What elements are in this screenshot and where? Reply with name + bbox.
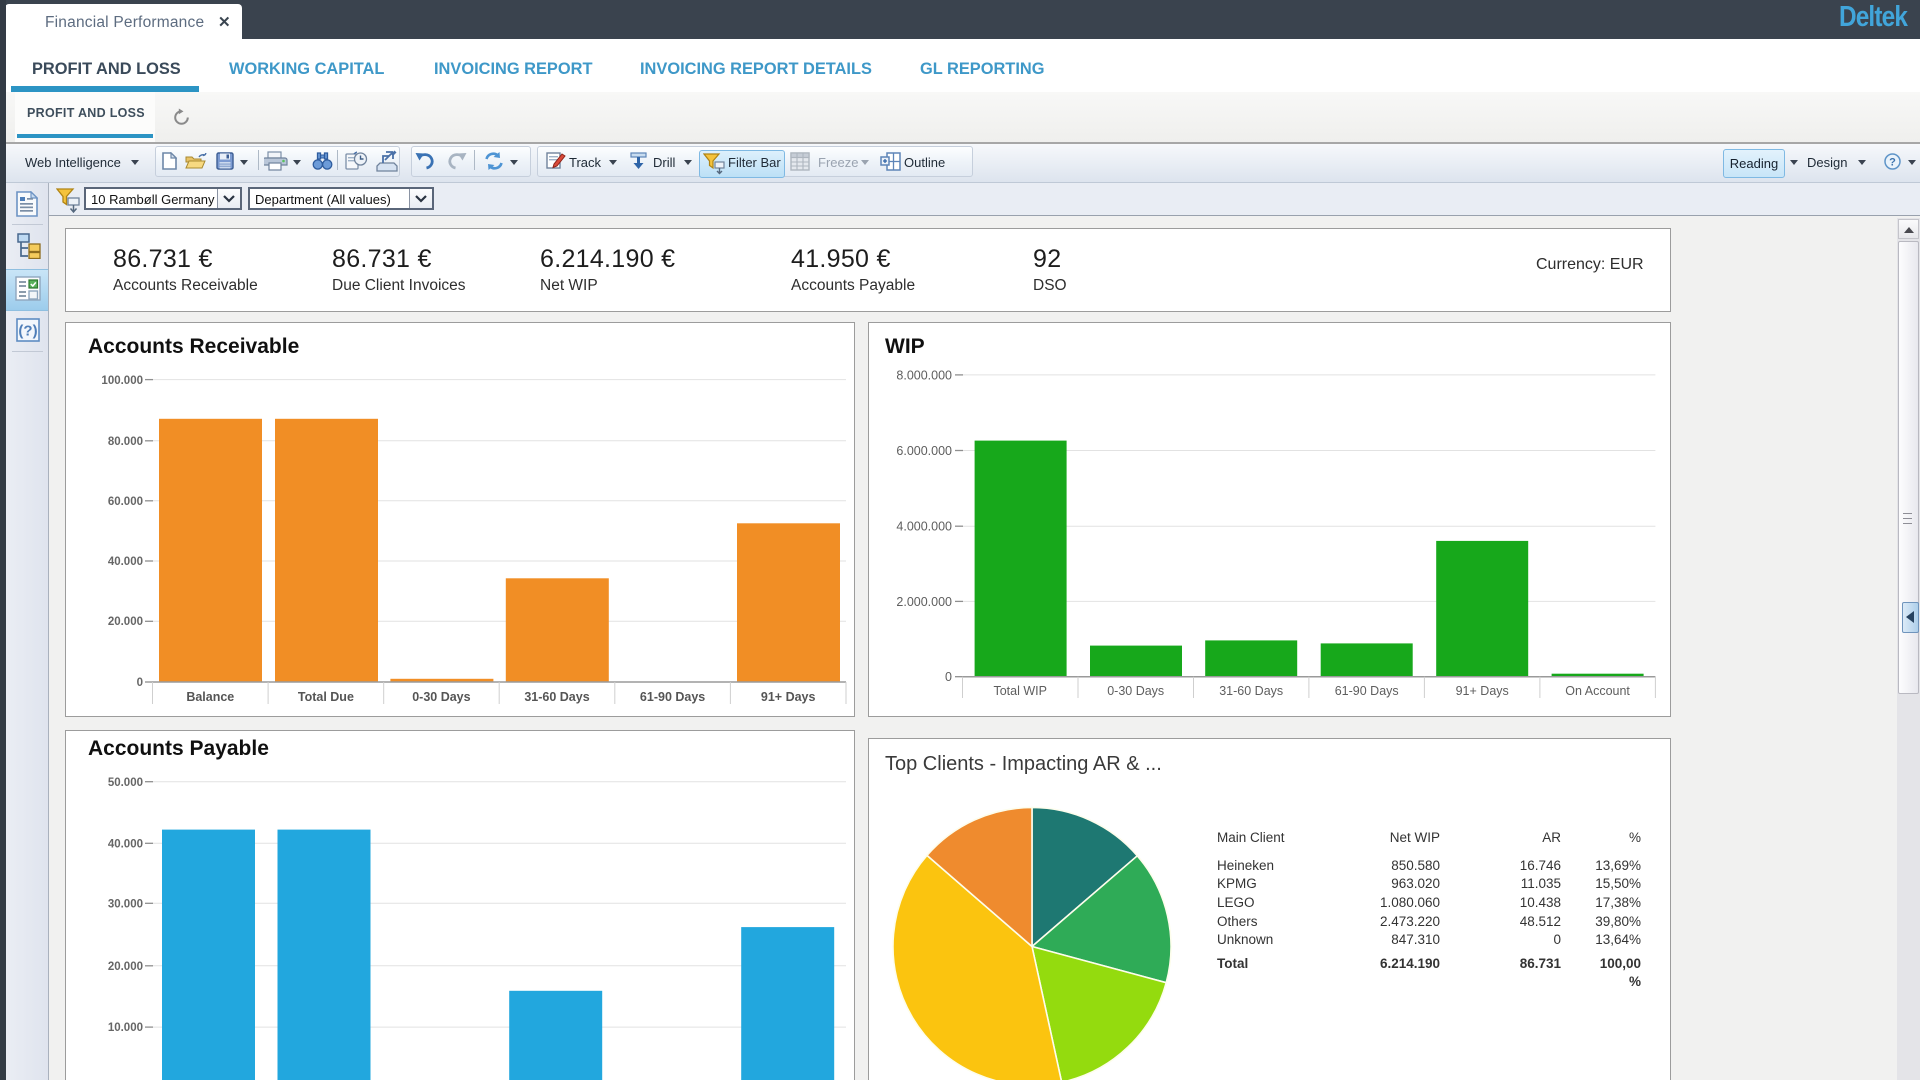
svg-text:20.000: 20.000	[108, 616, 143, 628]
svg-text:Balance: Balance	[186, 690, 234, 704]
svg-text:40.000: 40.000	[108, 839, 143, 851]
svg-text:61-90 Days: 61-90 Days	[640, 690, 705, 704]
svg-text:20.000: 20.000	[108, 961, 143, 973]
svg-text:2.000.000: 2.000.000	[896, 595, 952, 609]
svg-text:On Account: On Account	[1565, 684, 1630, 698]
svg-text:40.000: 40.000	[108, 556, 143, 568]
svg-text:0-30 Days: 0-30 Days	[412, 690, 470, 704]
svg-text:31-60 Days: 31-60 Days	[524, 690, 589, 704]
svg-text:0: 0	[945, 670, 952, 684]
svg-text:10.000: 10.000	[108, 1022, 143, 1034]
svg-text:(?): (?)	[18, 323, 37, 340]
svg-text:0: 0	[137, 677, 143, 689]
svg-text:100.000: 100.000	[101, 375, 143, 387]
svg-text:0-30 Days: 0-30 Days	[1107, 684, 1164, 698]
svg-text:Total WIP: Total WIP	[993, 684, 1046, 698]
svg-text:?: ?	[1889, 157, 1896, 169]
svg-text:60.000: 60.000	[108, 496, 143, 508]
svg-text:4.000.000: 4.000.000	[896, 520, 952, 534]
svg-text:31-60 Days: 31-60 Days	[1219, 684, 1283, 698]
svg-text:50.000: 50.000	[108, 777, 143, 789]
svg-text:30.000: 30.000	[108, 899, 143, 911]
svg-text:8.000.000: 8.000.000	[896, 369, 952, 383]
svg-text:80.000: 80.000	[108, 436, 143, 448]
svg-text:91+ Days: 91+ Days	[1456, 684, 1509, 698]
svg-text:61-90 Days: 61-90 Days	[1335, 684, 1399, 698]
svg-text:Total Due: Total Due	[298, 690, 354, 704]
svg-text:91+ Days: 91+ Days	[761, 690, 816, 704]
svg-text:6.000.000: 6.000.000	[896, 444, 952, 458]
